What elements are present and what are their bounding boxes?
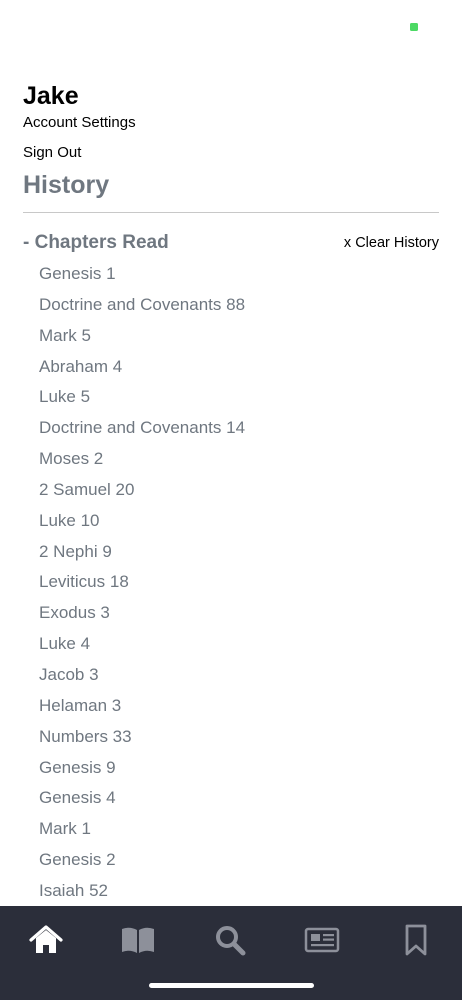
chapter-item[interactable]: Luke 5 xyxy=(39,382,439,413)
wifi-icon xyxy=(382,20,400,33)
status-icons xyxy=(368,20,432,33)
chapters-read-toggle[interactable]: - Chapters Read xyxy=(23,232,169,254)
chapter-item[interactable]: Luke 4 xyxy=(39,629,439,660)
sign-out-link[interactable]: Sign Out xyxy=(23,144,81,161)
chapter-item[interactable]: Doctrine and Covenants 88 xyxy=(39,290,439,321)
news-icon xyxy=(304,927,340,953)
tab-search[interactable] xyxy=(210,920,250,960)
chapter-item[interactable]: Jacob 3 xyxy=(39,660,439,691)
tab-bookmarks[interactable] xyxy=(396,920,436,960)
chapter-item[interactable]: Doctrine and Covenants 14 xyxy=(39,413,439,444)
chapter-item[interactable]: Genesis 1 xyxy=(39,259,439,290)
chapter-item[interactable]: Luke 10 xyxy=(39,506,439,537)
tab-home[interactable] xyxy=(26,920,66,960)
chapter-item[interactable]: Mark 5 xyxy=(39,321,439,352)
user-name: Jake xyxy=(23,82,79,110)
chapter-item[interactable]: 2 Samuel 20 xyxy=(39,475,439,506)
chapter-item[interactable]: Genesis 2 xyxy=(39,845,439,876)
status-bar: 08:11 ◂ Snapchat xyxy=(0,0,462,58)
clear-history-button[interactable]: x Clear History xyxy=(344,235,439,251)
signal-icon xyxy=(368,24,374,30)
chapters-list: Genesis 1 Doctrine and Covenants 88 Mark… xyxy=(39,259,439,907)
account-settings-link[interactable]: Account Settings xyxy=(23,114,136,131)
home-icon xyxy=(29,925,63,955)
battery-icon xyxy=(408,20,432,33)
chapter-item[interactable]: Genesis 4 xyxy=(39,783,439,814)
chapter-item[interactable]: Genesis 9 xyxy=(39,753,439,784)
chapter-item[interactable]: Leviticus 18 xyxy=(39,567,439,598)
bookmark-icon xyxy=(404,924,428,956)
back-to-app-link[interactable]: ◂ Snapchat xyxy=(16,37,71,50)
home-indicator xyxy=(149,983,314,988)
tab-library[interactable] xyxy=(118,920,158,960)
tab-news[interactable] xyxy=(302,920,342,960)
chapter-item[interactable]: 2 Nephi 9 xyxy=(39,537,439,568)
chapter-item[interactable]: Helaman 3 xyxy=(39,691,439,722)
book-icon xyxy=(120,926,156,954)
chapter-item[interactable]: Exodus 3 xyxy=(39,598,439,629)
status-time: 08:11 xyxy=(38,11,83,30)
chapter-item[interactable]: Numbers 33 xyxy=(39,722,439,753)
chapter-item[interactable]: Mark 1 xyxy=(39,814,439,845)
chapter-item[interactable]: Moses 2 xyxy=(39,444,439,475)
divider xyxy=(23,212,439,213)
search-icon xyxy=(214,924,246,956)
chapter-item[interactable]: Isaiah 52 xyxy=(39,876,439,907)
history-title: History xyxy=(23,171,110,199)
chapter-item[interactable]: Abraham 4 xyxy=(39,352,439,383)
